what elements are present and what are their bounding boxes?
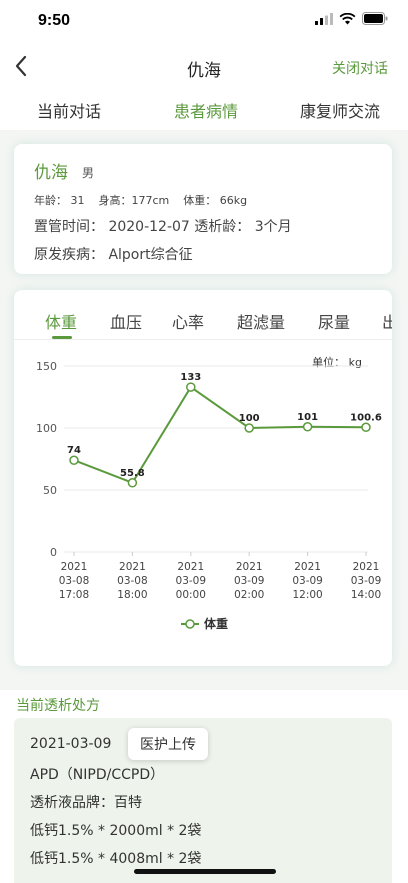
top-tabs: 当前对话 患者病情 康复师交流 xyxy=(0,88,408,130)
status-time: 9:50 xyxy=(38,12,71,29)
x-tick-label: 2021 03-08 18:00 xyxy=(117,561,148,601)
data-point[interactable] xyxy=(186,382,196,392)
close-conversation-button[interactable]: 关闭对话 xyxy=(332,58,388,78)
data-label: 74 xyxy=(67,445,81,456)
data-point[interactable] xyxy=(69,455,79,465)
patient-weight: 体重： 66kg xyxy=(183,194,248,207)
data-point[interactable] xyxy=(127,478,138,488)
y-tick-label: 50 xyxy=(43,484,57,497)
y-tick-label: 150 xyxy=(36,360,57,373)
data-point[interactable] xyxy=(302,422,313,432)
signal-icon xyxy=(315,12,333,25)
status-icons xyxy=(315,12,388,25)
prescription-brand: 透析液品牌：百特 xyxy=(30,795,142,811)
data-label: 100 xyxy=(239,413,260,424)
prescription-item-1: 低钙1.5% * 2000ml * 2袋 xyxy=(30,823,202,839)
prescription-mode: APD（NIPD/CCPD） xyxy=(30,767,165,783)
patient-metrics: 年龄： 31 身高：177cm 体重： 66kg xyxy=(34,192,247,208)
legend-label: 体重 xyxy=(204,616,228,631)
prescription-card: 2021-03-09 医护上传 APD（NIPD/CCPD） 透析液品牌：百特 … xyxy=(14,718,392,883)
prescription-item-2: 低钙1.5% * 4008ml * 2袋 xyxy=(30,851,202,867)
x-tick-label: 2021 03-09 00:00 xyxy=(176,561,207,601)
tab-patient-condition[interactable]: 患者病情 xyxy=(174,98,238,122)
wifi-icon xyxy=(339,12,356,24)
x-tick-label: 2021 03-09 12:00 xyxy=(292,561,323,601)
battery-icon xyxy=(362,12,388,25)
tab-rehab-chat[interactable]: 康复师交流 xyxy=(300,98,380,122)
chart-legend[interactable]: 体重 xyxy=(181,616,228,631)
patient-height: 身高：177cm xyxy=(98,194,170,207)
patient-info-card: 仇海 男 年龄： 31 身高：177cm 体重： 66kg 置管时间： 2020… xyxy=(14,144,392,274)
data-label: 101 xyxy=(297,412,318,423)
data-label: 100.6 xyxy=(350,412,382,423)
x-tick-label: 2021 03-09 14:00 xyxy=(351,561,382,601)
chart-tab-blood-pressure[interactable]: 血压 xyxy=(110,309,142,333)
prescription-section-title: 当前透析处方 xyxy=(16,698,100,714)
tab-current-conversation[interactable]: 当前对话 xyxy=(37,98,101,122)
status-bar: 9:50 xyxy=(0,0,408,44)
uploaded-by-staff-badge: 医护上传 xyxy=(128,728,208,760)
chart-tab-heart-rate[interactable]: 心率 xyxy=(172,309,204,333)
x-tick-label: 2021 03-09 02:00 xyxy=(234,561,265,601)
y-tick-label: 0 xyxy=(50,546,57,559)
chart-tab-ultrafiltration[interactable]: 超滤量 xyxy=(237,309,285,333)
tab-divider xyxy=(14,339,392,340)
legend-marker xyxy=(185,619,195,629)
data-point[interactable] xyxy=(244,423,254,433)
data-label: 133 xyxy=(180,372,201,383)
weight-line-chart: 单位： kg 0 50 100 150 2021 03-08 17:08 2021 03-08… xyxy=(36,355,382,631)
chart-tab-weight[interactable]: 体重 xyxy=(45,309,77,333)
catheter-info: 置管时间： 2020-12-07 透析龄： 3个月 xyxy=(34,219,292,235)
x-tick-label: 2021 03-08 17:08 xyxy=(59,561,90,601)
data-point[interactable] xyxy=(361,422,371,433)
vitals-chart-card: 体重 血压 心率 超滤量 尿量 出 单位： kg 0 50 100 150 2021 0… xyxy=(14,290,392,666)
chart-tab-urine[interactable]: 尿量 xyxy=(318,309,350,333)
y-tick-label: 100 xyxy=(36,422,57,435)
chart-unit-label: 单位： kg xyxy=(312,355,362,369)
navbar: 仇海 关闭对话 xyxy=(0,44,408,88)
data-label: 55.8 xyxy=(120,468,145,479)
patient-age: 年龄： 31 xyxy=(34,194,85,207)
patient-name: 仇海 xyxy=(34,163,68,183)
home-indicator xyxy=(134,869,276,874)
chart-tab-output[interactable]: 出 xyxy=(382,309,392,333)
primary-disease: 原发疾病： Alport综合征 xyxy=(34,247,193,263)
series-line-weight xyxy=(73,385,367,485)
patient-gender: 男 xyxy=(82,166,95,180)
prescription-date: 2021-03-09 xyxy=(30,736,112,752)
